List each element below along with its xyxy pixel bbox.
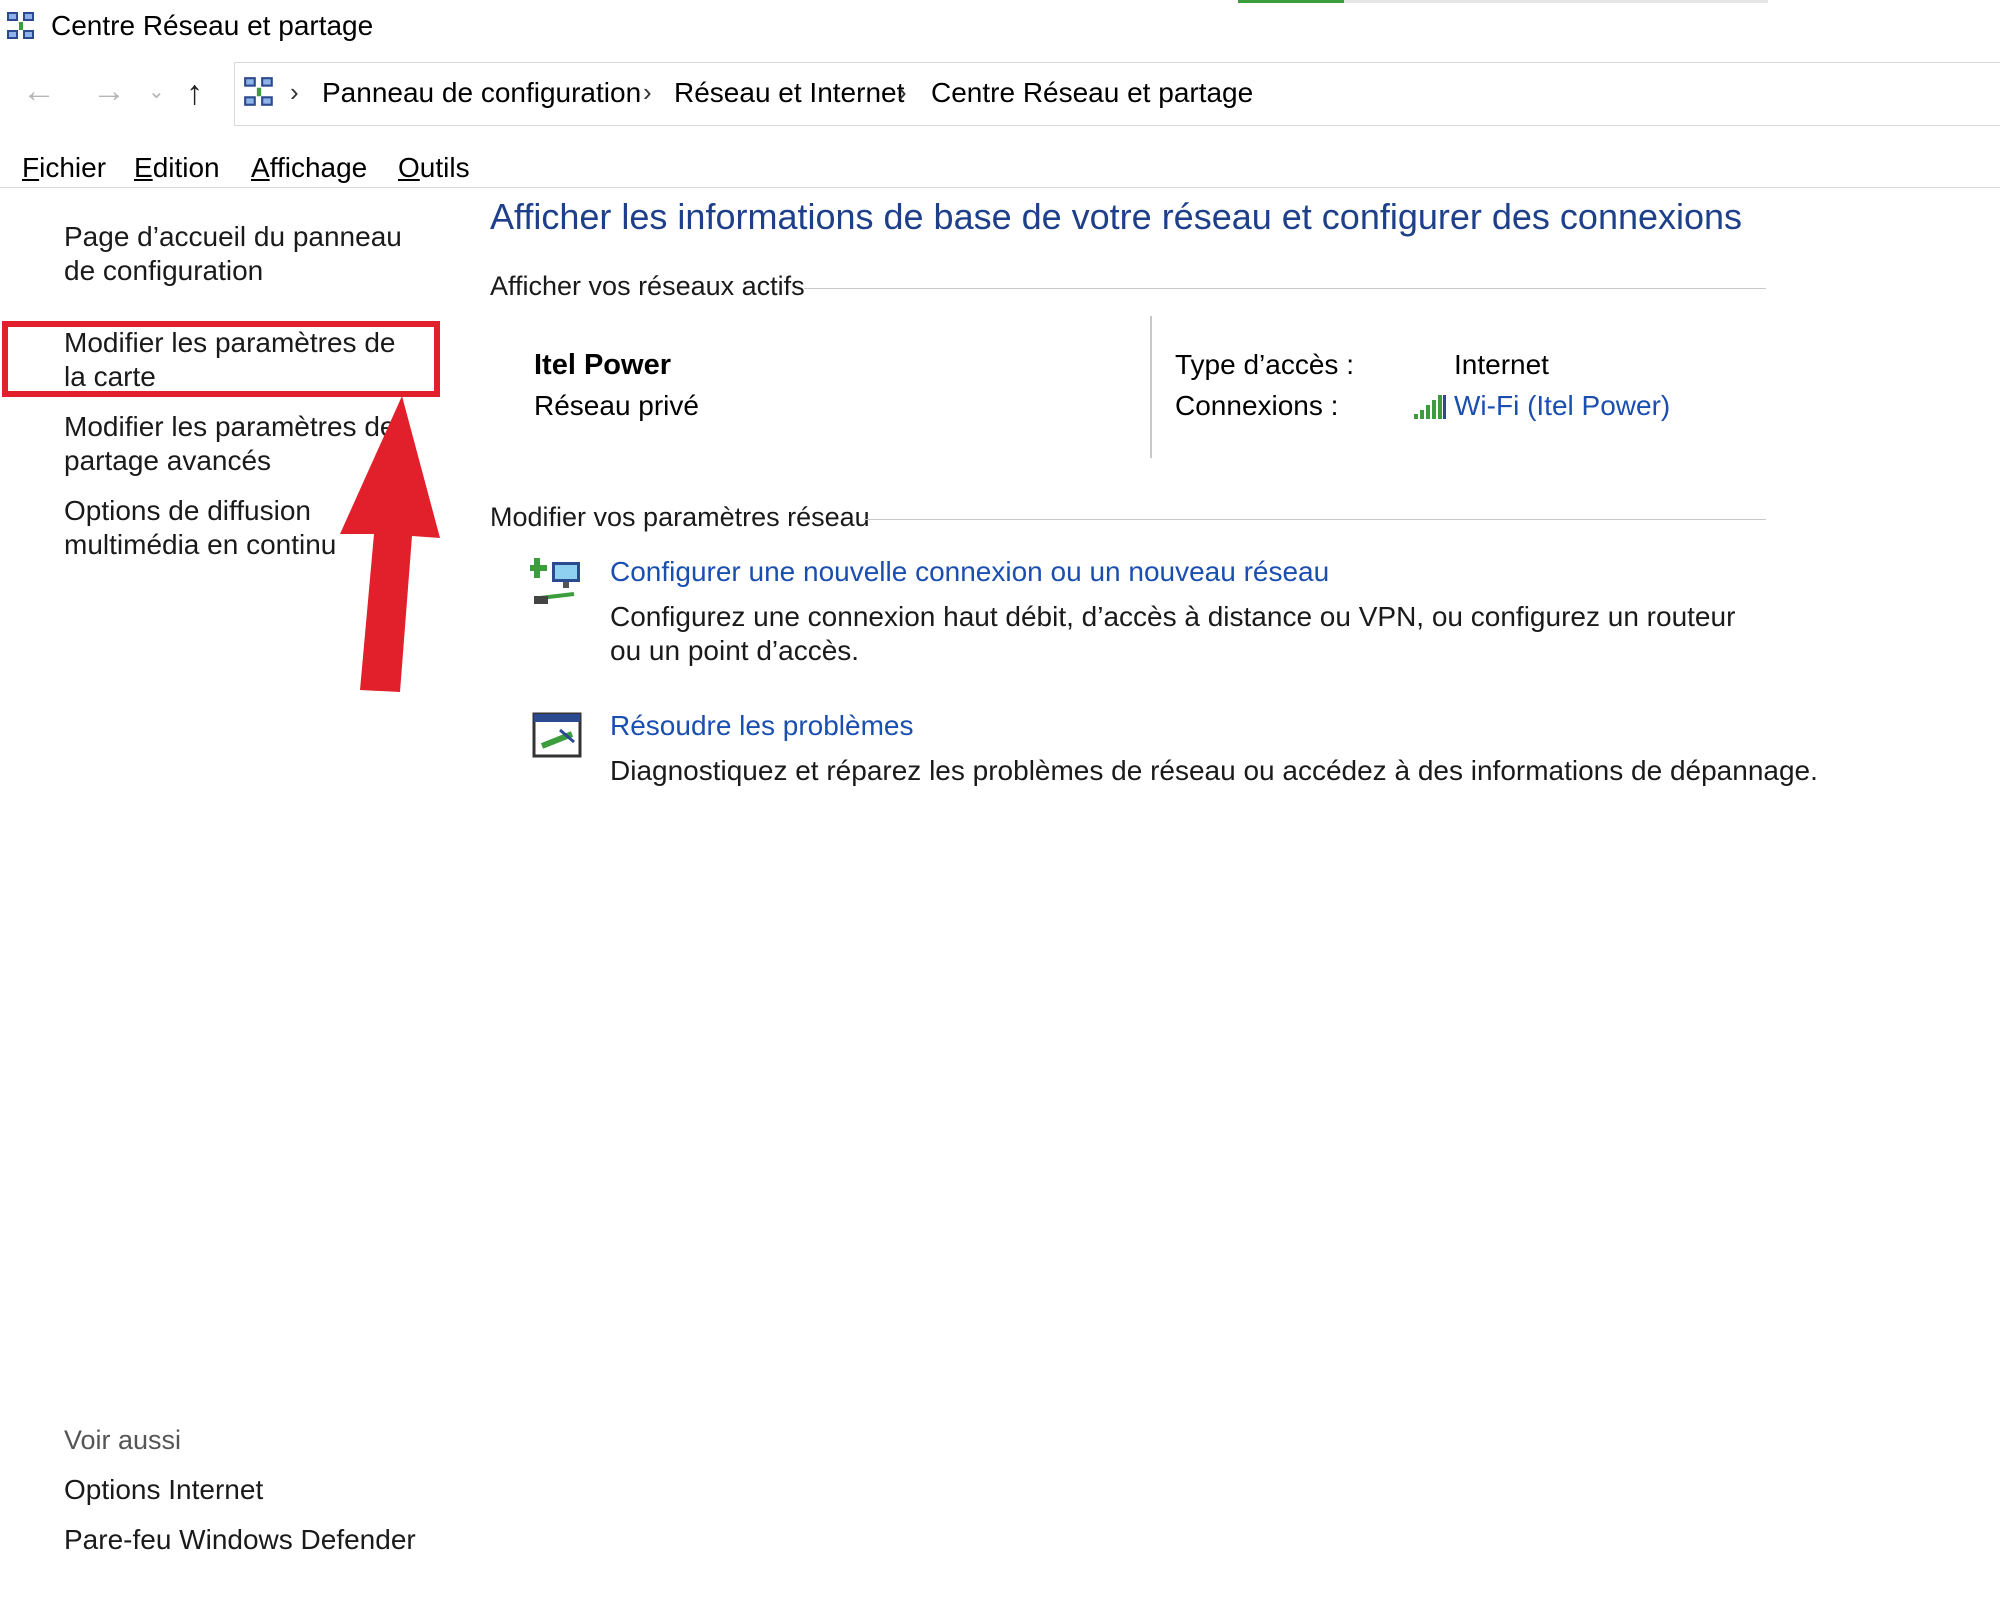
access-type-label: Type d’accès : (1175, 349, 1354, 380)
menu-label: ffichage (269, 152, 368, 183)
recent-locations-button[interactable]: ⌄ (148, 82, 165, 102)
menu-label: dition (152, 152, 220, 183)
access-type-value: Internet (1454, 349, 1549, 380)
wifi-signal-icon (1414, 395, 1446, 419)
menu-accelerator: O (398, 152, 420, 183)
sidebar-link-control-panel-home[interactable]: Page d’accueil du panneau de configurati… (64, 220, 424, 288)
troubleshoot-link[interactable]: Résoudre les problèmes (610, 710, 914, 742)
up-button[interactable]: ↑ (186, 76, 203, 110)
menu-label: utils (419, 152, 470, 183)
menu-accelerator: E (134, 152, 153, 183)
troubleshoot-icon (532, 712, 582, 758)
breadcrumb-control-panel[interactable]: Panneau de configuration (322, 77, 641, 109)
breadcrumb-network-internet[interactable]: Réseau et Internet (674, 77, 904, 109)
breadcrumb-separator[interactable]: › (643, 77, 652, 108)
network-divider (1150, 316, 1152, 458)
title-bar: Centre Réseau et partage (0, 0, 2000, 56)
window-title: Centre Réseau et partage (51, 10, 374, 41)
page-title: Afficher les informations de base de vot… (490, 196, 1743, 237)
breadcrumb-network-center[interactable]: Centre Réseau et partage (931, 77, 1253, 109)
menu-label: ichier (39, 152, 107, 183)
breadcrumb-separator[interactable]: › (898, 77, 907, 108)
annotation-highlight-box (2, 321, 440, 397)
new-connection-icon (530, 558, 580, 604)
see-also-windows-firewall[interactable]: Pare-feu Windows Defender (64, 1524, 416, 1556)
menu-accelerator: A (251, 152, 270, 183)
active-networks-heading: Afficher vos réseaux actifs (490, 271, 805, 301)
network-center-icon (7, 12, 34, 39)
address-bar[interactable]: › Panneau de configuration › Réseau et I… (234, 62, 2000, 126)
menu-affichage[interactable]: Affichage (251, 152, 367, 184)
forward-button[interactable]: → (92, 74, 126, 108)
connections-label: Connexions : (1175, 390, 1339, 421)
menu-divider (0, 187, 2000, 188)
troubleshoot-description: Diagnostiquez et réparez les problèmes d… (610, 755, 1818, 786)
network-center-icon (244, 77, 273, 106)
annotation-arrow (340, 396, 440, 692)
network-name: Itel Power (534, 349, 671, 381)
section-divider (864, 519, 1766, 520)
menu-fichier[interactable]: Fichier (22, 152, 106, 184)
network-settings-heading: Modifier vos paramètres réseau (490, 502, 870, 532)
menu-edition[interactable]: Edition (134, 152, 220, 184)
title-divider (1344, 0, 1768, 3)
title-accent-bar (1238, 0, 1344, 3)
see-also-heading: Voir aussi (64, 1425, 182, 1455)
network-type[interactable]: Réseau privé (534, 390, 699, 422)
setup-connection-link[interactable]: Configurer une nouvelle connexion ou un … (610, 556, 1329, 588)
breadcrumb-separator[interactable]: › (290, 77, 299, 108)
see-also-internet-options[interactable]: Options Internet (64, 1474, 263, 1506)
back-button[interactable]: ← (22, 74, 56, 108)
menu-outils[interactable]: Outils (398, 152, 470, 184)
menu-accelerator: F (22, 152, 40, 183)
wifi-connection-link[interactable]: Wi-Fi (Itel Power) (1454, 390, 1670, 422)
section-divider (804, 288, 1766, 289)
setup-connection-description: Configurez une connexion haut débit, d’a… (610, 601, 1736, 666)
